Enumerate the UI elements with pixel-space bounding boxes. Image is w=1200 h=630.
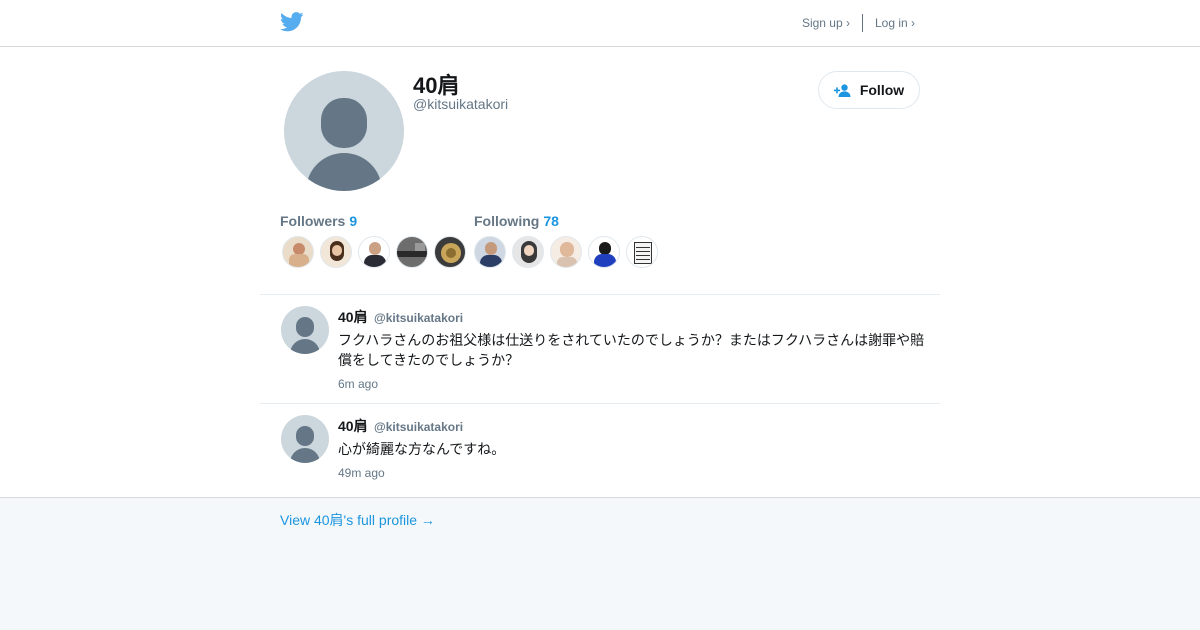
tweet-timestamp[interactable]: 6m ago — [338, 377, 378, 391]
following-avatars — [474, 236, 664, 268]
default-avatar-head — [321, 98, 367, 148]
follower-avatar[interactable] — [282, 236, 314, 268]
tweet-author-handle[interactable]: @kitsuikatakori — [374, 420, 463, 434]
profile-handle: @kitsuikatakori — [413, 96, 509, 112]
default-avatar-head — [296, 317, 314, 337]
tweet-header: 40肩 @kitsuikatakori — [338, 416, 463, 436]
footer: View 40肩's full profile → — [0, 497, 1200, 630]
following-stat[interactable]: Following 78 — [474, 213, 559, 229]
following-avatar[interactable] — [588, 236, 620, 268]
follow-button[interactable]: Follow — [818, 71, 920, 109]
following-avatar[interactable] — [512, 236, 544, 268]
tweet-avatar[interactable] — [281, 415, 329, 463]
following-count: 78 — [543, 213, 559, 229]
tweet-list: 40肩 @kitsuikatakori フクハラさんのお祖父様は仕送りをされてい… — [260, 294, 940, 497]
full-profile-link[interactable]: View 40肩's full profile → — [280, 510, 435, 530]
following-avatar[interactable] — [474, 236, 506, 268]
profile-card: 40肩 @kitsuikatakori Follow Followers 9 Fo… — [280, 47, 920, 295]
default-avatar-body — [290, 339, 320, 354]
follower-avatar[interactable] — [434, 236, 466, 268]
divider — [861, 14, 863, 32]
tweet-author-name[interactable]: 40肩 — [338, 309, 368, 325]
twitter-bird-icon[interactable] — [280, 11, 304, 33]
follower-avatar[interactable] — [358, 236, 390, 268]
followers-label: Followers — [280, 213, 346, 229]
default-avatar-head — [296, 426, 314, 446]
followers-avatars — [282, 236, 472, 268]
profile-avatar[interactable] — [284, 71, 404, 191]
log-in-link[interactable]: Log in › — [875, 16, 915, 30]
followers-stat[interactable]: Followers 9 — [280, 213, 357, 229]
tweet[interactable]: 40肩 @kitsuikatakori フクハラさんのお祖父様は仕送りをされてい… — [260, 294, 940, 403]
follower-avatar[interactable] — [396, 236, 428, 268]
following-avatar[interactable] — [550, 236, 582, 268]
top-bar: Sign up › Log in › — [0, 0, 1200, 47]
auth-links: Sign up › Log in › — [802, 14, 915, 32]
tweet[interactable]: 40肩 @kitsuikatakori 心が綺麗な方なんですね。 49m ago — [260, 403, 940, 497]
follower-avatar[interactable] — [320, 236, 352, 268]
tweet-author-handle[interactable]: @kitsuikatakori — [374, 311, 463, 325]
add-person-icon — [833, 83, 851, 97]
sign-up-link[interactable]: Sign up › — [802, 16, 850, 30]
default-avatar-body — [306, 153, 382, 191]
tweet-text: フクハラさんのお祖父様は仕送りをされていたのでしょうか？またはフクハラさんは謝罪… — [338, 332, 925, 368]
following-avatar[interactable] — [626, 236, 658, 268]
tweet-avatar[interactable] — [281, 306, 329, 354]
tweet-header: 40肩 @kitsuikatakori — [338, 307, 463, 327]
tweet-text: 心が綺麗な方なんですね。 — [338, 441, 506, 457]
followers-count: 9 — [349, 213, 358, 229]
default-avatar-body — [290, 448, 320, 463]
following-label: Following — [474, 213, 540, 229]
tweet-timestamp[interactable]: 49m ago — [338, 466, 385, 480]
tweet-author-name[interactable]: 40肩 — [338, 418, 368, 434]
follow-label: Follow — [859, 82, 905, 98]
